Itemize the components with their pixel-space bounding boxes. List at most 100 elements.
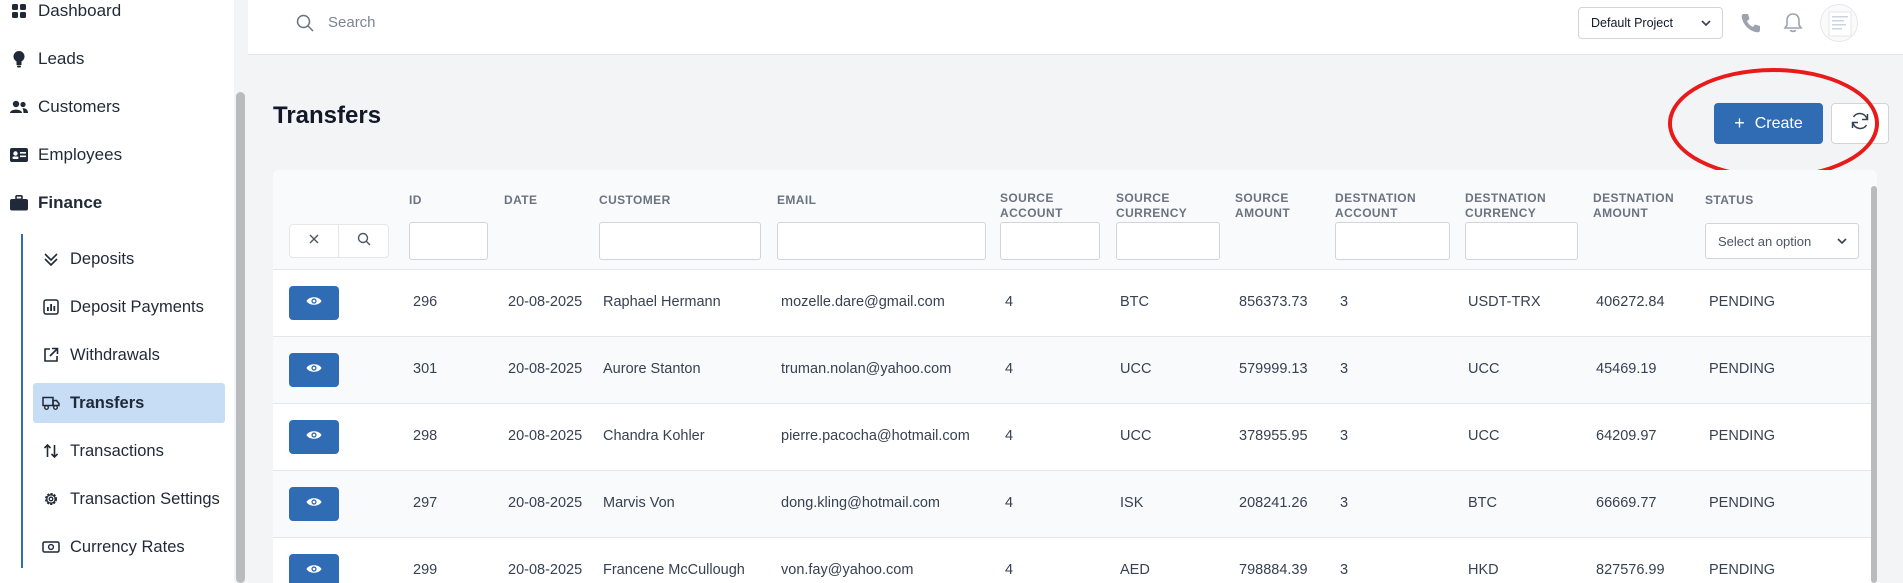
column-header-source-account[interactable]: SOURCE ACCOUNT bbox=[1000, 191, 1063, 221]
column-header-date[interactable]: DATE bbox=[504, 193, 537, 208]
sidebar-item-label: Withdrawals bbox=[70, 345, 160, 364]
column-header-customer[interactable]: CUSTOMER bbox=[599, 193, 671, 208]
cell-source-currency: UCC bbox=[1120, 361, 1152, 377]
cell-id: 301 bbox=[413, 361, 438, 377]
table-row[interactable]: 296 20-08-2025 Raphael Hermann mozelle.d… bbox=[273, 270, 1871, 337]
phone-icon[interactable] bbox=[1740, 12, 1762, 39]
cell-email: pierre.pacocha@hotmail.com bbox=[781, 428, 970, 444]
sidebar-item-dashboard[interactable]: Dashboard bbox=[10, 0, 121, 26]
eye-icon bbox=[306, 562, 322, 580]
sidebar-item-transactions[interactable]: Transactions bbox=[33, 431, 225, 471]
cell-date: 20-08-2025 bbox=[508, 294, 583, 310]
clear-filters-button[interactable] bbox=[290, 225, 339, 257]
avatar[interactable] bbox=[1820, 4, 1858, 42]
sidebar-item-employees[interactable]: Employees bbox=[10, 140, 122, 170]
cell-source-account: 4 bbox=[1005, 428, 1014, 444]
sidebar-item-label: Deposit Payments bbox=[70, 297, 204, 316]
sidebar-item-leads[interactable]: Leads bbox=[10, 44, 84, 74]
table-row[interactable]: 298 20-08-2025 Chandra Kohler pierre.pac… bbox=[273, 404, 1871, 471]
table-row[interactable]: 299 20-08-2025 Francene McCullough von.f… bbox=[273, 538, 1871, 583]
cell-status: PENDING bbox=[1709, 294, 1776, 310]
sidebar-item-deposits[interactable]: Deposits bbox=[33, 239, 225, 279]
sidebar-scrollbar-thumb[interactable] bbox=[236, 92, 245, 583]
cell-source-account: 4 bbox=[1005, 562, 1014, 578]
sidebar-item-transfers[interactable]: Transfers bbox=[33, 383, 225, 423]
sidebar-item-transaction-settings[interactable]: Transaction Settings bbox=[33, 479, 225, 519]
table-scrollbar[interactable] bbox=[1871, 186, 1877, 583]
sidebar-item-withdrawals[interactable]: Withdrawals bbox=[33, 335, 225, 375]
cell-source-amount: 856373.73 bbox=[1239, 294, 1308, 310]
gear-icon bbox=[42, 490, 60, 508]
cell-destination-account: 3 bbox=[1340, 294, 1349, 310]
view-button[interactable] bbox=[289, 554, 339, 583]
source-account-filter-input[interactable] bbox=[1000, 222, 1100, 260]
arrows-updown-icon bbox=[42, 442, 60, 460]
cell-destination-currency: USDT-TRX bbox=[1468, 294, 1541, 310]
refresh-button[interactable] bbox=[1831, 103, 1889, 144]
status-filter-select[interactable]: Select an option bbox=[1705, 223, 1859, 259]
truck-icon bbox=[42, 394, 60, 412]
sidebar-item-finance[interactable]: Finance bbox=[10, 188, 102, 218]
view-button[interactable] bbox=[289, 286, 339, 320]
id-card-icon bbox=[10, 146, 28, 164]
cell-source-currency: ISK bbox=[1120, 495, 1144, 511]
lightbulb-icon bbox=[10, 50, 28, 68]
cell-source-account: 4 bbox=[1005, 361, 1014, 377]
sidebar-item-label: Deposits bbox=[70, 249, 135, 268]
cell-customer: Aurore Stanton bbox=[603, 361, 701, 377]
search-icon bbox=[296, 14, 314, 37]
cell-destination-amount: 66669.77 bbox=[1596, 495, 1657, 511]
cell-id: 296 bbox=[413, 294, 438, 310]
cell-email: mozelle.dare@gmail.com bbox=[781, 294, 945, 310]
chart-icon bbox=[42, 298, 60, 316]
cell-id: 297 bbox=[413, 495, 438, 511]
table-row[interactable]: 297 20-08-2025 Marvis Von dong.kling@hot… bbox=[273, 471, 1871, 538]
create-button-label: Create bbox=[1754, 114, 1803, 132]
cell-source-currency: BTC bbox=[1120, 294, 1149, 310]
sidebar-item-currency-rates[interactable]: Currency Rates bbox=[33, 527, 225, 567]
cell-customer: Raphael Hermann bbox=[603, 294, 721, 310]
eye-icon bbox=[306, 495, 322, 513]
column-header-status[interactable]: STATUS bbox=[1705, 193, 1754, 208]
column-header-id[interactable]: ID bbox=[409, 193, 422, 208]
close-icon bbox=[308, 232, 320, 250]
project-select-value: Default Project bbox=[1591, 16, 1673, 30]
sidebar-item-customers[interactable]: Customers bbox=[10, 92, 120, 122]
sidebar-item-deposit-payments[interactable]: Deposit Payments bbox=[33, 287, 225, 327]
column-header-email[interactable]: EMAIL bbox=[777, 193, 816, 208]
eye-icon bbox=[306, 428, 322, 446]
view-button[interactable] bbox=[289, 487, 339, 521]
customer-filter-input[interactable] bbox=[599, 222, 761, 260]
view-button[interactable] bbox=[289, 353, 339, 387]
apply-filters-button[interactable] bbox=[339, 225, 388, 257]
sidebar-item-label: Transfers bbox=[70, 393, 145, 412]
column-header-source-currency[interactable]: SOURCE CURRENCY bbox=[1116, 191, 1187, 221]
filter-actions bbox=[289, 224, 389, 258]
cell-source-amount: 208241.26 bbox=[1239, 495, 1308, 511]
cell-date: 20-08-2025 bbox=[508, 428, 583, 444]
id-filter-input[interactable] bbox=[409, 222, 488, 260]
search-input[interactable] bbox=[328, 10, 628, 34]
cell-id: 299 bbox=[413, 562, 438, 578]
column-header-destination-currency[interactable]: DESTNATION CURRENCY bbox=[1465, 191, 1546, 221]
destination-currency-filter-input[interactable] bbox=[1465, 222, 1578, 260]
cell-date: 20-08-2025 bbox=[508, 361, 583, 377]
sidebar: Dashboard Leads Customers Employees Fina… bbox=[0, 0, 247, 583]
source-currency-filter-input[interactable] bbox=[1116, 222, 1220, 260]
sidebar-item-label: Transaction Settings bbox=[70, 489, 220, 508]
column-header-destination-account[interactable]: DESTNATION ACCOUNT bbox=[1335, 191, 1416, 221]
cell-destination-currency: UCC bbox=[1468, 361, 1500, 377]
destination-account-filter-input[interactable] bbox=[1335, 222, 1450, 260]
column-header-source-amount[interactable]: SOURCE AMOUNT bbox=[1235, 191, 1290, 221]
table-row[interactable]: 301 20-08-2025 Aurore Stanton truman.nol… bbox=[273, 337, 1871, 404]
briefcase-icon bbox=[10, 194, 28, 212]
bell-icon[interactable] bbox=[1783, 12, 1803, 39]
view-button[interactable] bbox=[289, 420, 339, 454]
email-filter-input[interactable] bbox=[777, 222, 986, 260]
external-link-icon bbox=[42, 346, 60, 364]
cell-id: 298 bbox=[413, 428, 438, 444]
column-header-destination-amount[interactable]: DESTNATION AMOUNT bbox=[1593, 191, 1674, 221]
create-button[interactable]: + Create bbox=[1714, 103, 1823, 144]
cell-status: PENDING bbox=[1709, 361, 1776, 377]
project-select[interactable]: Default Project bbox=[1578, 7, 1723, 39]
